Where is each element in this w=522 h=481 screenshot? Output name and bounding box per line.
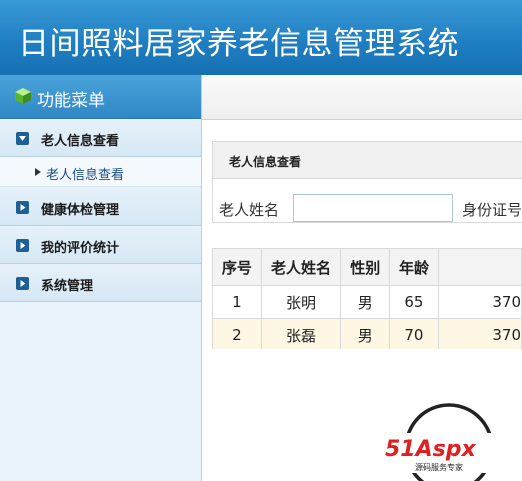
sidebar-item-label: 健康体检管理 <box>41 203 120 218</box>
column-header: 性别 <box>340 248 391 286</box>
chevron-right-icon <box>16 239 29 252</box>
sidebar-item-system-admin[interactable]: 系统管理 <box>0 264 201 302</box>
sidebar-item-my-ratings[interactable]: 我的评价统计 <box>0 226 201 264</box>
menu-header: 功能菜单 <box>0 75 201 119</box>
chevron-right-icon <box>16 201 29 214</box>
sidebar-item-elder-info[interactable]: 老人信息查看 <box>0 119 201 157</box>
table-cell: 370 <box>437 318 522 349</box>
chevron-down-icon <box>16 132 29 145</box>
elder-table-container: 序号 老人姓名 性别 年龄 1 张明 男 65 370 2 张磊 男 70 37… <box>212 248 522 349</box>
table-cell: 张磊 <box>260 318 342 349</box>
table-cell: 70 <box>389 318 439 349</box>
table-cell: 男 <box>340 285 391 319</box>
elder-name-input[interactable] <box>293 194 453 222</box>
app-header: 日间照料居家养老信息管理系统 <box>0 0 522 75</box>
table-cell: 65 <box>389 285 439 319</box>
column-header: 年龄 <box>389 248 439 286</box>
app-title: 日间照料居家养老信息管理系统 <box>18 26 459 62</box>
logo-subtext: 源码服务专家 <box>415 462 463 472</box>
logo-text: 51Aspx <box>385 437 476 462</box>
sidebar: 功能菜单 老人信息查看 老人信息查看 健康体检管理 我的评价统计 系统管理 <box>0 75 202 481</box>
table-cell: 2 <box>212 318 262 349</box>
menu-title: 功能菜单 <box>37 91 105 111</box>
column-header <box>437 248 522 286</box>
table-row[interactable]: 1 张明 男 65 370 <box>212 285 522 319</box>
elder-name-label: 老人姓名 <box>219 201 280 219</box>
sidebar-item-label: 老人信息查看 <box>41 134 120 149</box>
table-header-row: 序号 老人姓名 性别 年龄 <box>212 248 522 286</box>
search-panel: 老人信息查看 老人姓名 身份证号 <box>212 141 522 223</box>
table-cell: 370 <box>437 285 522 319</box>
site-logo-watermark: 51Aspx 源码服务专家 <box>385 403 503 481</box>
elder-table: 序号 老人姓名 性别 年龄 1 张明 男 65 370 2 张磊 男 70 37… <box>212 248 522 349</box>
panel-title: 老人信息查看 <box>229 155 302 169</box>
id-number-label: 身份证号 <box>462 201 522 219</box>
table-row[interactable]: 2 张磊 男 70 370 <box>212 318 522 349</box>
chevron-right-icon <box>16 277 29 290</box>
sidebar-subitem-elder-info[interactable]: 老人信息查看 <box>0 157 201 187</box>
column-header: 序号 <box>212 248 262 286</box>
cube-icon <box>15 88 31 104</box>
column-header: 老人姓名 <box>260 248 342 286</box>
table-cell: 男 <box>340 318 391 349</box>
main-topbar <box>202 75 522 120</box>
sidebar-item-health-check[interactable]: 健康体检管理 <box>0 188 201 226</box>
arrow-right-icon <box>35 168 41 176</box>
sidebar-item-label: 我的评价统计 <box>41 241 120 256</box>
table-cell: 张明 <box>260 285 342 319</box>
sidebar-item-label: 系统管理 <box>41 279 94 294</box>
panel-header: 老人信息查看 <box>213 142 522 179</box>
table-cell: 1 <box>212 285 262 319</box>
sidebar-subitem-label: 老人信息查看 <box>46 168 125 183</box>
